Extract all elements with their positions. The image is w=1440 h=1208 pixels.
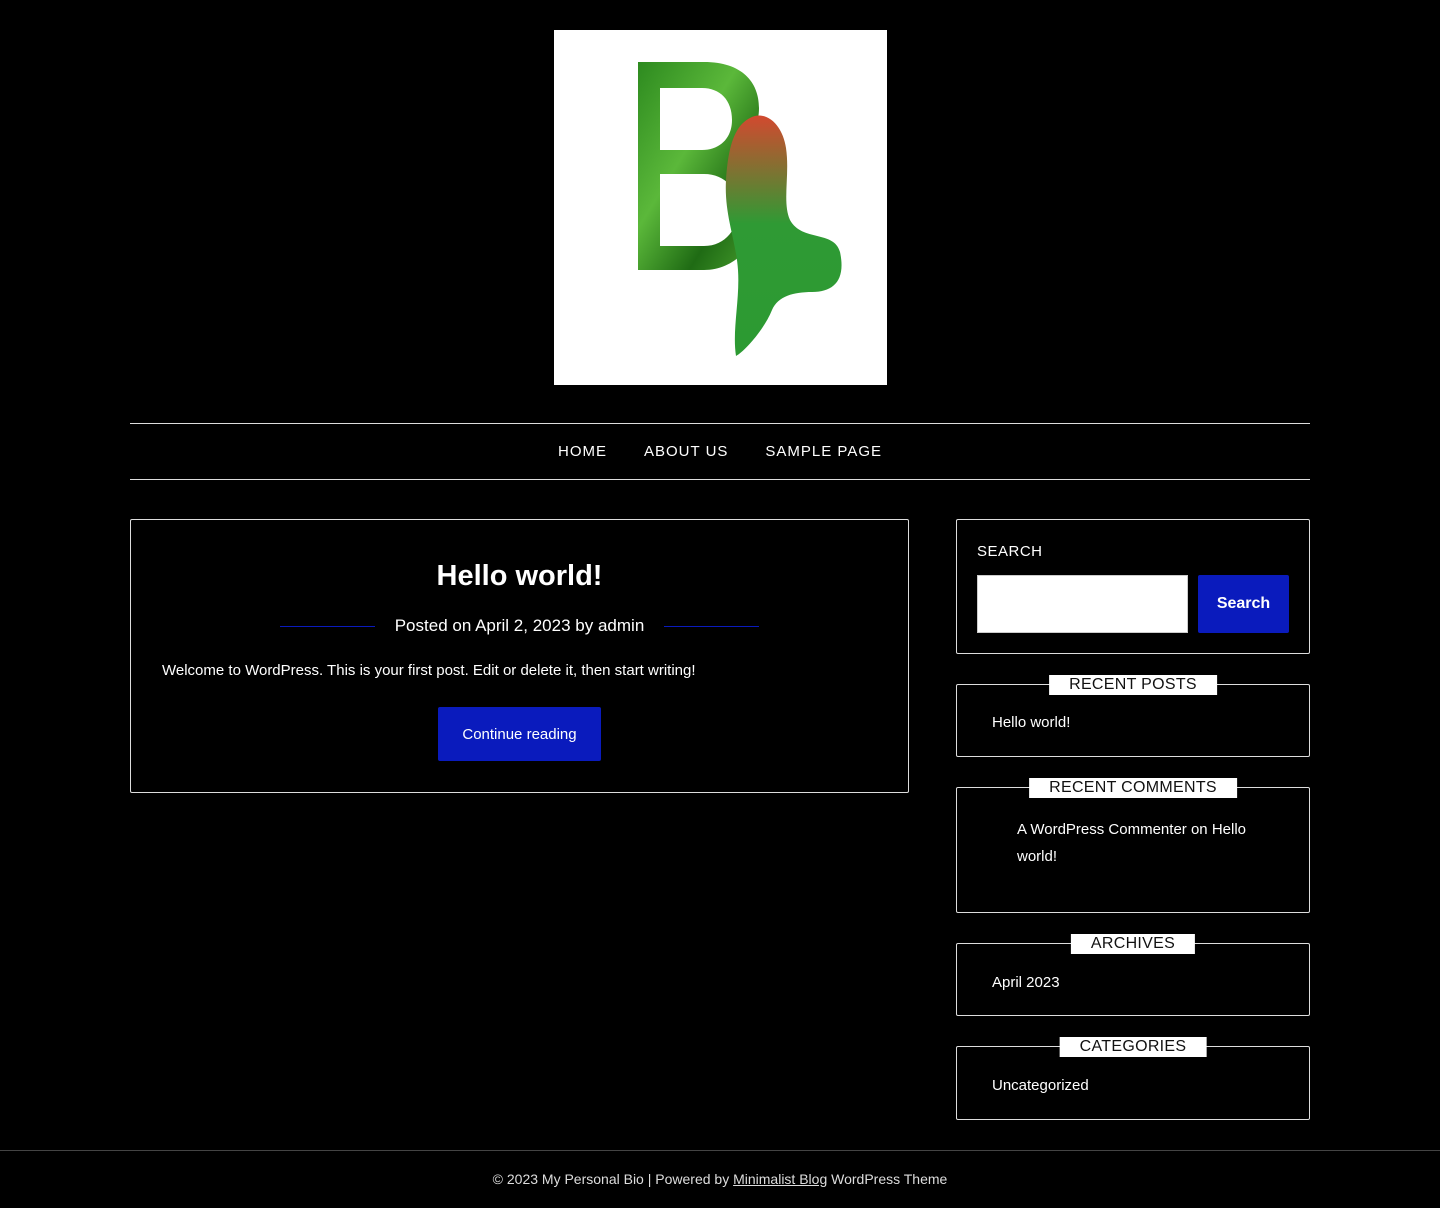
meta-divider-right [664,625,760,627]
categories-title: CATEGORIES [1059,1037,1207,1057]
post-date-link[interactable]: April 2, 2023 [475,616,570,635]
recent-posts-list: Hello world! [992,712,1070,734]
category-link[interactable]: Uncategorized [992,1077,1089,1094]
comment-author-link[interactable]: A WordPress Commenter [1017,821,1187,838]
recent-posts-widget: RECENT POSTS Hello world! [956,675,1310,757]
nav-item-about-us[interactable]: ABOUT US [644,443,728,460]
post-card: Hello world! Posted on April 2, 2023 by … [130,519,909,793]
recent-posts-title: RECENT POSTS [1049,675,1217,695]
recent-post-link[interactable]: Hello world! [992,714,1070,731]
archives-title: ARCHIVES [1070,934,1196,954]
archive-link[interactable]: April 2023 [992,974,1060,991]
archives-list: April 2023 [992,972,1060,994]
comment-on-label: on [1190,821,1208,838]
post-meta: Posted on April 2, 2023 by admin [131,615,908,637]
post-author-link[interactable]: admin [598,616,644,635]
meta-divider-left [279,625,375,627]
nav-item-sample-page[interactable]: SAMPLE PAGE [765,443,882,460]
post-excerpt: Welcome to WordPress. This is your first… [162,662,696,679]
archives-widget: ARCHIVES April 2023 [956,934,1310,1016]
footer-theme-link[interactable]: Minimalist Blog [733,1171,827,1187]
site-logo[interactable] [554,30,887,385]
categories-widget: CATEGORIES Uncategorized [956,1037,1310,1120]
site-footer: © 2023 My Personal Bio | Powered by Mini… [0,1150,1440,1208]
recent-comments-title: RECENT COMMENTS [1029,778,1237,798]
comment-post-line1: Hello [1211,821,1246,838]
nav-item-home[interactable]: HOME [558,443,607,460]
comment-post-line2: world! [1017,848,1058,865]
by-label: by [575,616,594,635]
footer-copyright: © 2023 My Personal Bio | Powered by [492,1171,730,1187]
recent-comments-widget: RECENT COMMENTS A WordPress Commenter on… [956,778,1310,913]
footer-suffix: WordPress Theme [831,1171,948,1187]
post-meta-text: Posted on April 2, 2023 by admin [395,615,645,637]
continue-reading-button[interactable]: Continue reading [438,707,601,761]
recent-comment-item: A WordPress Commenter on Hello world! [1017,816,1277,870]
search-widget: SEARCH Search [956,519,1310,654]
post-title[interactable]: Hello world! [131,558,908,594]
categories-list: Uncategorized [992,1075,1089,1097]
posted-on-label: Posted on [394,616,472,635]
search-input[interactable] [977,575,1188,633]
main-navigation: HOME ABOUT US SAMPLE PAGE [130,423,1310,480]
search-widget-title: SEARCH [977,543,1043,560]
blog-logo-icon [638,62,842,356]
search-button[interactable]: Search [1198,575,1289,633]
